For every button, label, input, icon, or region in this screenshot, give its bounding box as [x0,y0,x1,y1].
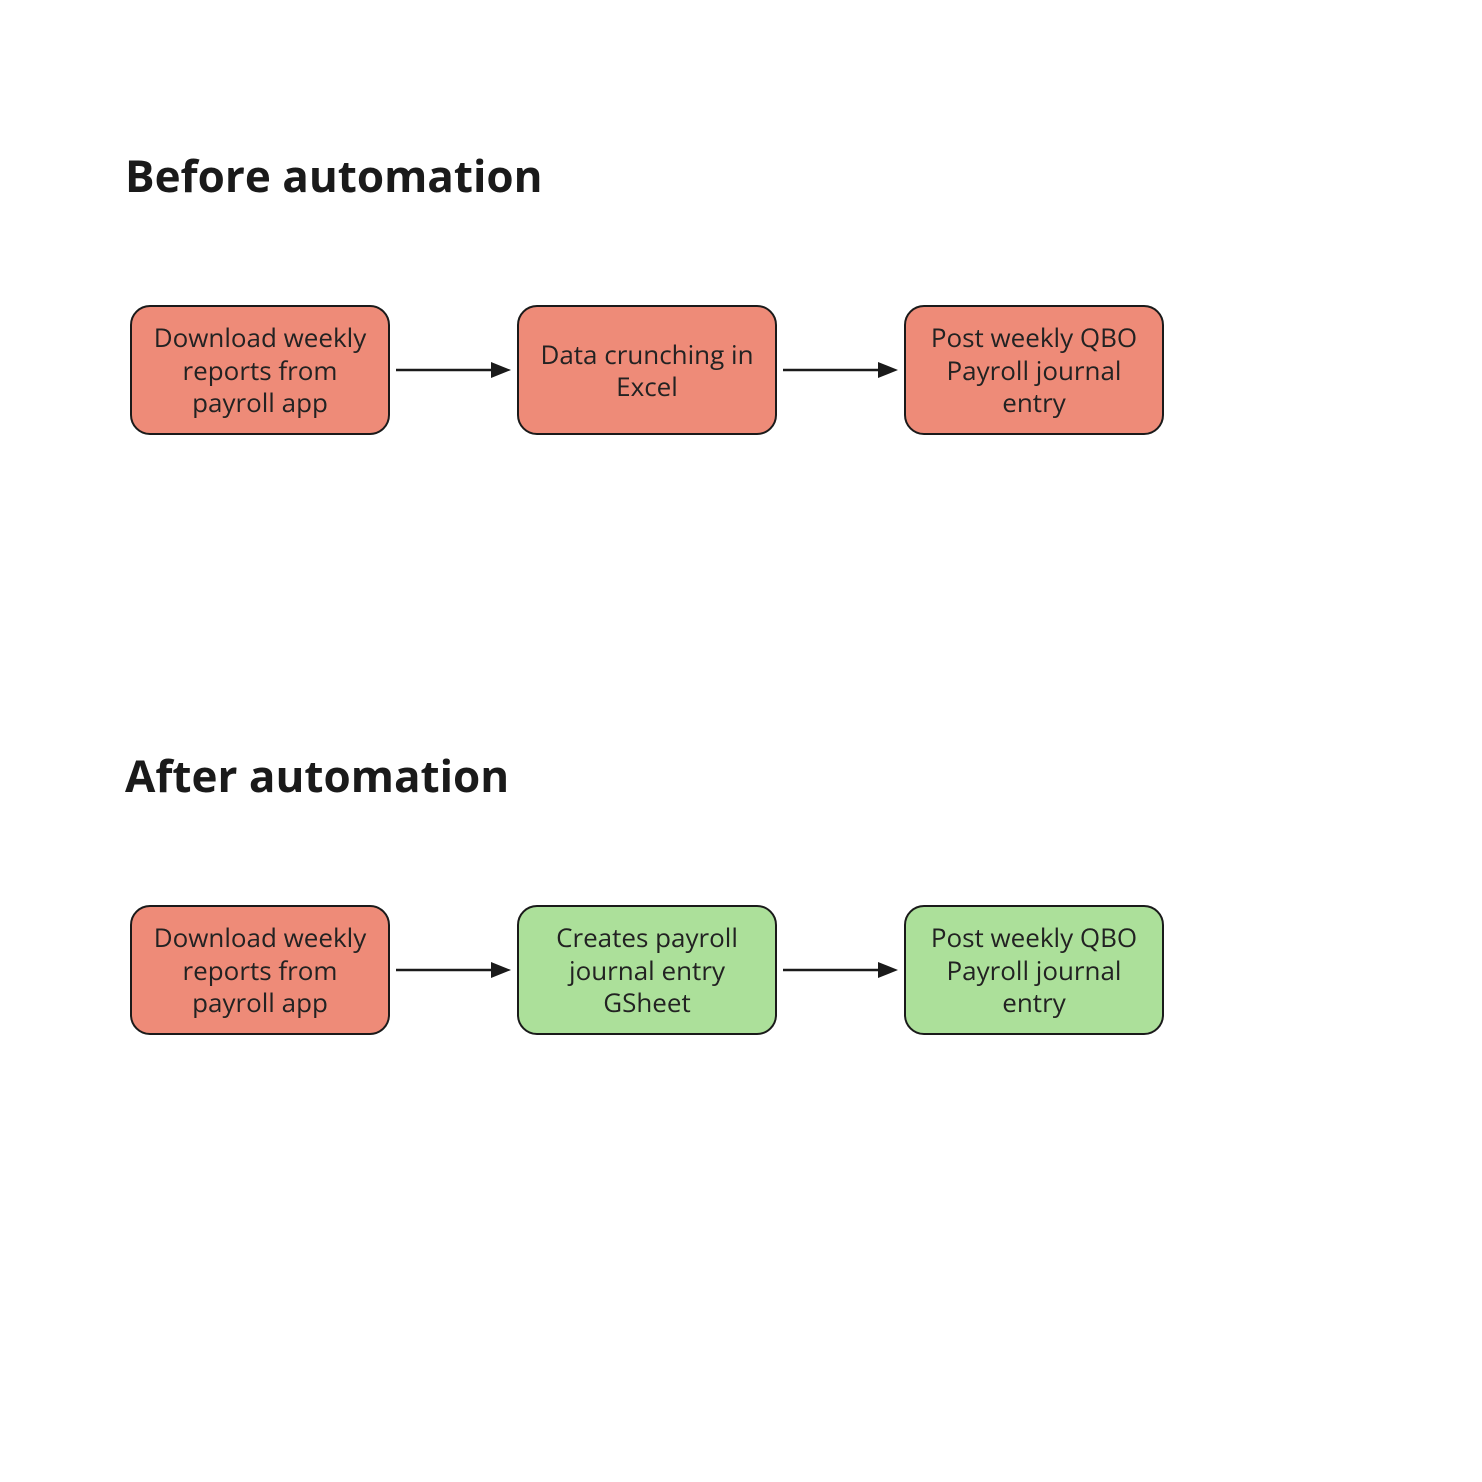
arrow-icon [396,369,511,371]
node-before-download: Download weekly reports from payroll app [130,305,390,435]
flow-row-before: Download weekly reports from payroll app… [130,305,1164,435]
arrow-icon [783,369,898,371]
node-after-download: Download weekly reports from payroll app [130,905,390,1035]
section-title-after: After automation [125,745,509,805]
node-before-post-qbo: Post weekly QBO Payroll journal entry [904,305,1164,435]
arrow-icon [396,969,511,971]
node-after-gsheet: Creates payroll journal entry GSheet [517,905,777,1035]
flow-row-after: Download weekly reports from payroll app… [130,905,1164,1035]
diagram-root: Before automation Download weekly report… [0,0,1482,1482]
section-title-before: Before automation [125,145,543,205]
node-before-excel: Data crunching in Excel [517,305,777,435]
node-after-post-qbo: Post weekly QBO Payroll journal entry [904,905,1164,1035]
arrow-icon [783,969,898,971]
